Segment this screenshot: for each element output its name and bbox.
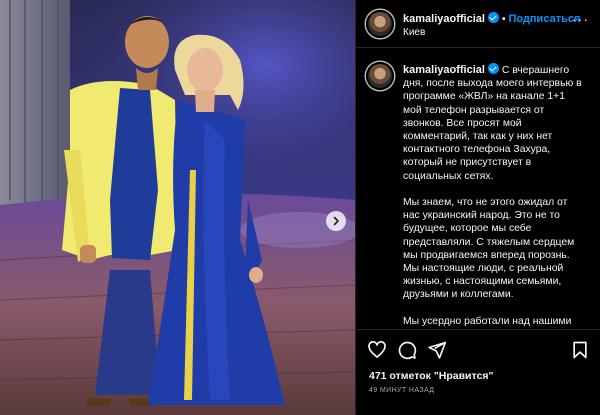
next-photo-button[interactable] bbox=[326, 211, 346, 231]
caption-section: kamaliyaofficial С вчерашнего дня, после… bbox=[356, 49, 600, 328]
post-timestamp[interactable]: 49 МИНУТ НАЗАД bbox=[369, 387, 434, 394]
avatar[interactable] bbox=[366, 10, 394, 38]
header-user-line: kamaliyaofficial • Подписаться bbox=[403, 12, 580, 25]
chevron-right-icon bbox=[333, 216, 339, 226]
separator-dot: • bbox=[501, 14, 506, 25]
header-username[interactable]: kamaliyaofficial bbox=[403, 13, 485, 25]
caption-paragraph-3: Мы усердно работали над нашими bbox=[403, 315, 572, 327]
caption-username[interactable]: kamaliyaofficial bbox=[403, 64, 485, 76]
post-location[interactable]: Киев bbox=[403, 27, 425, 38]
post-actions: 471 отметок "Нравится" 49 МИНУТ НАЗАД bbox=[356, 329, 600, 415]
likes-count[interactable]: 471 отметок "Нравится" bbox=[369, 370, 493, 382]
instagram-post: kamaliyaofficial • Подписаться Киев ··· ka… bbox=[0, 0, 600, 415]
post-header: kamaliyaofficial • Подписаться Киев ··· bbox=[356, 0, 600, 48]
caption-paragraph-1: kamaliyaofficial С вчерашнего дня, после… bbox=[403, 63, 585, 183]
heart-icon[interactable] bbox=[367, 340, 387, 360]
share-icon[interactable] bbox=[427, 340, 447, 360]
post-side-panel: kamaliyaofficial • Подписаться Киев ··· ka… bbox=[355, 0, 600, 415]
photo-image bbox=[0, 0, 355, 415]
comment-icon[interactable] bbox=[397, 340, 417, 360]
more-options-icon[interactable]: ··· bbox=[572, 11, 589, 27]
post-photo[interactable] bbox=[0, 0, 355, 415]
verified-badge-icon bbox=[487, 12, 499, 23]
caption-paragraph-2: Мы знаем, что не этого ожидал от нас укр… bbox=[403, 197, 575, 301]
verified-badge-icon bbox=[487, 63, 499, 74]
follow-button[interactable]: Подписаться bbox=[508, 13, 580, 25]
bookmark-icon[interactable] bbox=[570, 340, 590, 360]
caption-text: kamaliyaofficial С вчерашнего дня, после… bbox=[403, 63, 585, 328]
caption-avatar[interactable] bbox=[366, 62, 394, 90]
caption-paragraph-1-text: С вчерашнего дня, после выхода моего инт… bbox=[403, 65, 582, 182]
